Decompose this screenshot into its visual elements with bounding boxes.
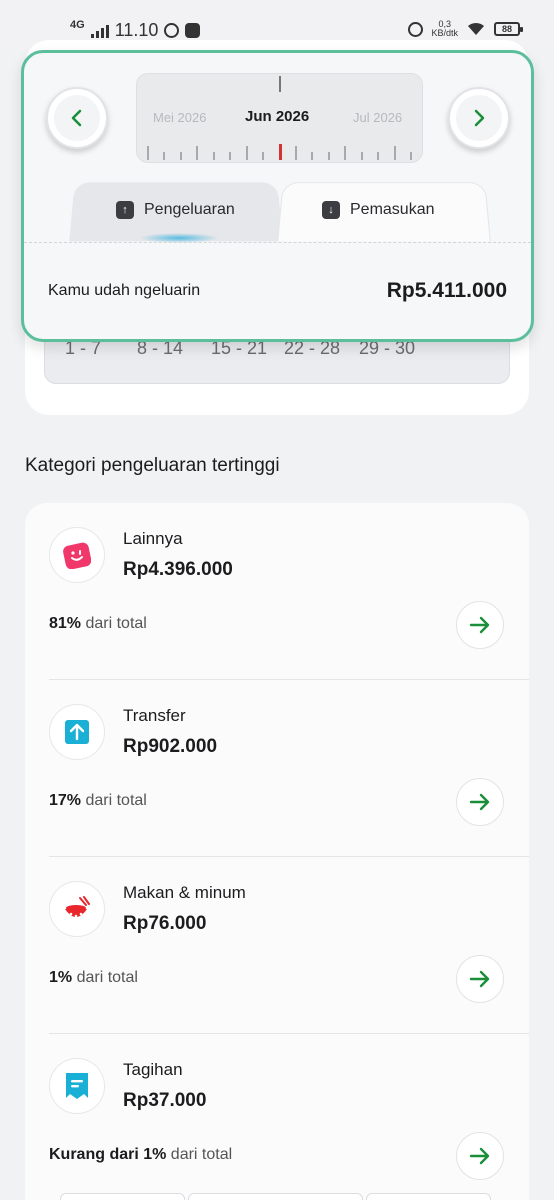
speed-unit: KB/dtk bbox=[431, 28, 458, 38]
category-detail-button[interactable] bbox=[456, 955, 504, 1003]
scale-tick bbox=[262, 152, 264, 160]
category-name: Makan & minum bbox=[123, 883, 246, 902]
month-scale-ticks bbox=[147, 142, 412, 160]
percent-value: 81% bbox=[49, 615, 82, 632]
tab-pengeluaran-label: Pengeluaran bbox=[144, 201, 235, 218]
category-amount: Rp76.000 bbox=[123, 913, 207, 934]
month-previous-label[interactable]: Mei 2026 bbox=[153, 110, 206, 125]
next-month-button[interactable] bbox=[448, 87, 510, 149]
scale-tick bbox=[328, 152, 330, 160]
scale-tick bbox=[229, 152, 231, 160]
network-type: 4G bbox=[70, 18, 85, 31]
chevron-right-icon bbox=[474, 109, 485, 127]
previous-month-button[interactable] bbox=[46, 87, 108, 149]
category-percent: Kurang dari 1% dari total bbox=[49, 1146, 232, 1164]
category-item-tagihan[interactable]: Tagihan Rp37.000 Kurang dari 1% dari tot… bbox=[25, 1034, 529, 1200]
category-percent: 17% dari total bbox=[49, 792, 147, 810]
month-pointer bbox=[279, 76, 281, 92]
bottom-tab-peek[interactable] bbox=[188, 1193, 363, 1200]
network-speed: 0,3 KB/dtk bbox=[431, 20, 458, 38]
arrow-up-box-icon bbox=[65, 720, 89, 744]
arrow-right-icon bbox=[469, 970, 490, 988]
scale-tick bbox=[410, 152, 412, 160]
scale-tick bbox=[344, 146, 346, 160]
scale-tick bbox=[180, 152, 182, 160]
arrow-right-icon bbox=[469, 616, 490, 634]
category-icon-container bbox=[49, 704, 105, 760]
arrow-right-icon bbox=[469, 793, 490, 811]
scale-tick bbox=[295, 146, 297, 160]
percent-suffix: dari total bbox=[81, 792, 147, 809]
scale-tick bbox=[163, 152, 165, 160]
wifi-icon bbox=[468, 22, 484, 35]
category-detail-button[interactable] bbox=[456, 1132, 504, 1180]
percent-value: Kurang dari 1% bbox=[49, 1146, 167, 1163]
scale-tick bbox=[196, 146, 198, 160]
percent-value: 1% bbox=[49, 969, 73, 986]
category-percent: 81% dari total bbox=[49, 615, 147, 633]
category-item-transfer[interactable]: Transfer Rp902.000 17% dari total bbox=[25, 680, 529, 857]
alarm-icon bbox=[408, 21, 424, 37]
arrow-up-square-icon: ↑ bbox=[116, 201, 134, 219]
summary-label: Kamu udah ngeluarin bbox=[48, 282, 201, 299]
category-percent: 1% dari total bbox=[49, 969, 138, 987]
category-amount: Rp37.000 bbox=[123, 1090, 207, 1111]
category-list: Lainnya Rp4.396.000 81% dari total Trans… bbox=[25, 503, 529, 1200]
dashed-divider bbox=[24, 242, 531, 243]
percent-suffix: dari total bbox=[166, 1146, 233, 1163]
signal-icon bbox=[90, 24, 109, 38]
scale-tick bbox=[311, 152, 313, 160]
category-amount: Rp902.000 bbox=[123, 736, 218, 757]
category-icon-container bbox=[49, 881, 105, 937]
whatsapp-icon bbox=[164, 23, 180, 38]
summary-total-amount: Rp5.411.000 bbox=[386, 279, 507, 302]
percent-value: 17% bbox=[49, 792, 82, 809]
scale-tick bbox=[377, 152, 379, 160]
percent-suffix: dari total bbox=[72, 969, 138, 986]
arrow-down-square-icon: ↓ bbox=[322, 201, 340, 219]
tab-pemasukan-label: Pemasukan bbox=[350, 201, 435, 218]
category-name: Lainnya bbox=[123, 529, 183, 548]
category-name: Tagihan bbox=[123, 1060, 183, 1079]
month-next-label[interactable]: Jul 2026 bbox=[353, 110, 402, 125]
tab-pemasukan-content[interactable]: ↓ Pemasukan bbox=[322, 201, 435, 219]
month-picker[interactable]: Mei 2026 Jun 2026 Jul 2026 bbox=[136, 73, 423, 163]
battery-icon: 88 bbox=[494, 22, 523, 36]
category-detail-button[interactable] bbox=[456, 601, 504, 649]
scale-tick bbox=[213, 152, 215, 160]
scale-tick bbox=[147, 146, 149, 160]
category-item-lainnya[interactable]: Lainnya Rp4.396.000 81% dari total bbox=[25, 503, 529, 680]
bottom-tab-peek[interactable] bbox=[60, 1193, 185, 1200]
chevron-left-icon bbox=[71, 109, 82, 127]
bottom-tab-peek[interactable] bbox=[366, 1193, 491, 1200]
food-bowl-icon bbox=[65, 896, 90, 918]
scale-tick bbox=[279, 144, 282, 160]
category-amount: Rp4.396.000 bbox=[123, 559, 233, 580]
scale-tick bbox=[246, 146, 248, 160]
category-icon-container bbox=[49, 527, 105, 583]
status-bar-right: 0,3 KB/dtk 88 bbox=[408, 20, 523, 38]
expense-summary-card: Mei 2026 Jun 2026 Jul 2026 ↑ Pengeluaran… bbox=[21, 50, 534, 342]
category-detail-button[interactable] bbox=[456, 778, 504, 826]
clock: 11.10 bbox=[114, 20, 159, 40]
arrow-right-icon bbox=[469, 1147, 490, 1165]
bill-receipt-icon bbox=[66, 1073, 88, 1099]
section-title: Kategori pengeluaran tertinggi bbox=[25, 455, 280, 476]
status-bar-left: 4G 11.10 bbox=[70, 18, 201, 41]
month-current-label: Jun 2026 bbox=[245, 108, 310, 125]
category-icon-container bbox=[49, 1058, 105, 1114]
percent-suffix: dari total bbox=[81, 615, 147, 632]
app-notification-icon bbox=[185, 23, 201, 38]
scale-tick bbox=[361, 152, 363, 160]
tab-pengeluaran-content[interactable]: ↑ Pengeluaran bbox=[116, 201, 235, 219]
scale-tick bbox=[394, 146, 396, 160]
category-item-makan-minum[interactable]: Makan & minum Rp76.000 1% dari total bbox=[25, 857, 529, 1034]
smiley-square-icon bbox=[63, 542, 91, 569]
category-name: Transfer bbox=[123, 706, 186, 725]
